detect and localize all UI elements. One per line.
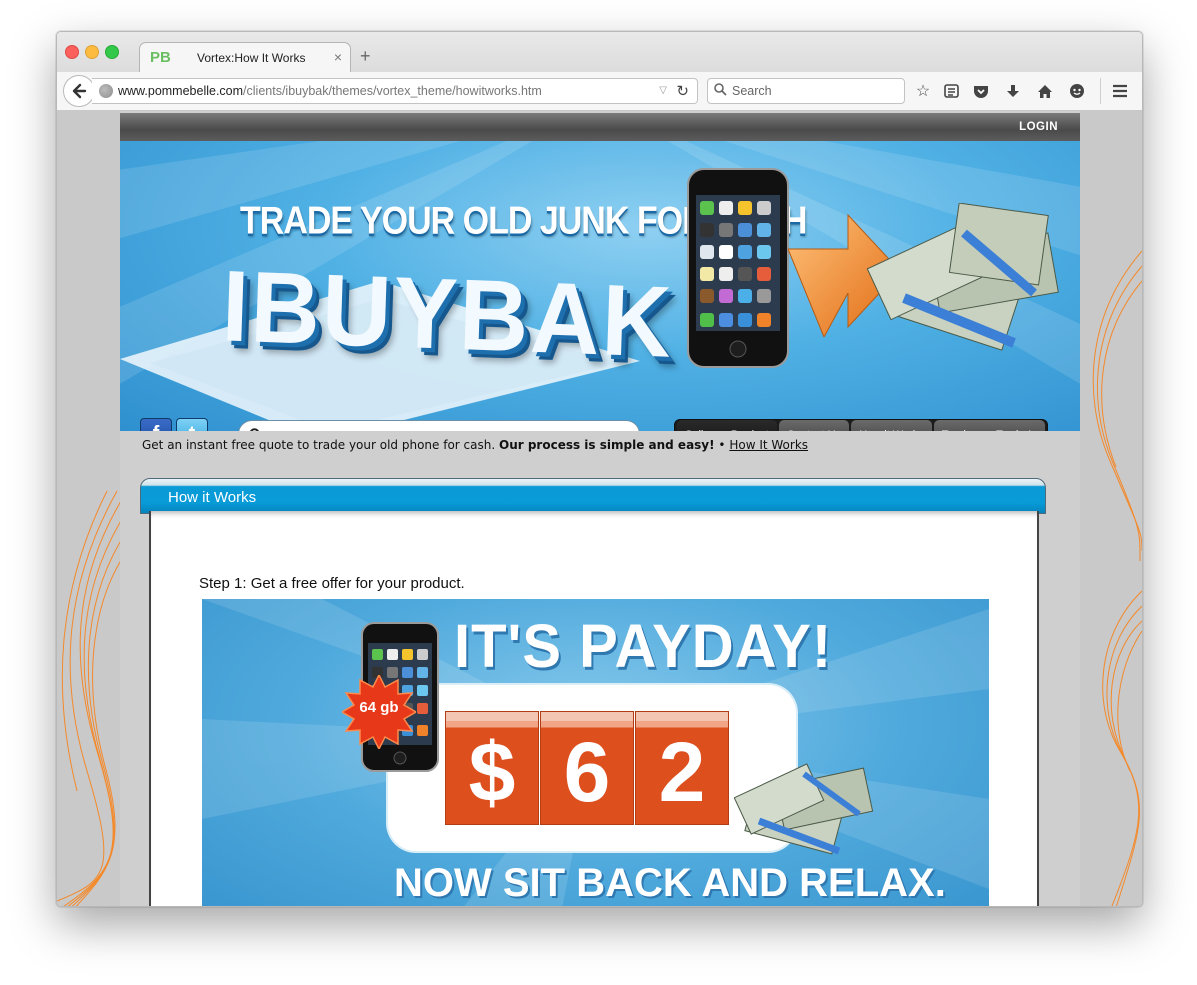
intro-text: Get an instant free quote to trade your …	[142, 438, 496, 452]
history-dropdown-icon[interactable]: ▽	[659, 85, 667, 96]
site-search-input[interactable]	[238, 420, 640, 431]
login-link[interactable]: LOGIN	[1019, 121, 1058, 133]
search-icon	[714, 83, 727, 96]
toolbar-separator	[1100, 78, 1101, 104]
download-icon[interactable]	[1003, 81, 1023, 101]
page-viewport: LOGIN TRADE YOUR OLD JUNK FOR CASH IBUYB…	[57, 111, 1142, 906]
search-placeholder: Search	[732, 84, 772, 98]
site-nav: Sell your Product Contact Us How it Work…	[674, 419, 1049, 431]
tab-strip: PB Vortex:How It Works × +	[57, 32, 1142, 73]
bookmark-star-icon[interactable]: ☆	[913, 81, 933, 101]
back-arrow-icon	[72, 83, 87, 99]
panel-title: How it Works	[168, 489, 257, 506]
back-button[interactable]	[63, 75, 95, 107]
cash-stack-illustration	[866, 203, 1059, 351]
tab-title: Vortex:How It Works	[197, 51, 306, 65]
url-text[interactable]: www.pommebelle.com/clients/ibuybak/theme…	[118, 84, 542, 98]
intro-separator: •	[714, 438, 730, 452]
payday-cash-illustration	[734, 763, 874, 855]
nav-contact-us[interactable]: Contact Us	[778, 420, 850, 431]
payday-headline: IT'S PAYDAY!	[454, 612, 833, 681]
facebook-icon[interactable]: f	[140, 418, 172, 431]
tab-close-icon[interactable]: ×	[334, 49, 342, 65]
intro-bold: Our process is simple and easy!	[499, 438, 715, 452]
how-it-works-link[interactable]: How It Works	[729, 438, 808, 452]
window-close-button[interactable]	[65, 45, 79, 59]
nav-sell-product[interactable]: Sell your Product	[677, 420, 777, 431]
navigation-bar: www.pommebelle.com/clients/ibuybak/theme…	[57, 72, 1142, 111]
url-path: /clients/ibuybak/themes/vortex_theme/how…	[243, 84, 542, 98]
pocket-icon[interactable]	[971, 81, 991, 101]
brand-logo[interactable]: IBUYBAK	[220, 249, 675, 381]
panel-header: How it Works	[140, 478, 1046, 514]
panel-body: Step 1: Get a free offer for your produc…	[149, 511, 1039, 906]
home-icon[interactable]	[1035, 81, 1055, 101]
payday-graphic: IT'S PAYDAY! $ 6 2 64 gb NOW SIT BACK AN…	[202, 599, 989, 906]
site-search-field[interactable]	[269, 425, 623, 431]
phone-illustration	[687, 168, 789, 368]
tab-favicon-icon: PB	[150, 49, 171, 66]
window-maximize-button[interactable]	[105, 45, 119, 59]
offer-digit-currency: $	[445, 711, 539, 825]
window-minimize-button[interactable]	[85, 45, 99, 59]
chat-icon[interactable]	[1067, 81, 1087, 101]
how-it-works-panel: How it Works Step 1: Get a free offer fo…	[140, 478, 1046, 906]
reload-icon[interactable]: ↻	[676, 82, 689, 100]
browser-window: PB Vortex:How It Works × + www.pommebell…	[56, 31, 1143, 907]
intro-line: Get an instant free quote to trade your …	[142, 438, 808, 452]
right-swirl-decoration	[1092, 250, 1142, 906]
new-tab-icon[interactable]: +	[360, 47, 371, 65]
payday-footer: NOW SIT BACK AND RELAX.	[394, 861, 946, 905]
site-container: LOGIN TRADE YOUR OLD JUNK FOR CASH IBUYB…	[120, 111, 1080, 906]
site-search-icon	[249, 428, 260, 431]
nav-track-trade-in[interactable]: Track your Trade-In	[933, 420, 1046, 431]
site-banner: TRADE YOUR OLD JUNK FOR CASH IBUYBAK	[120, 141, 1080, 431]
offer-digit-ones: 2	[635, 711, 729, 825]
reading-list-icon[interactable]	[941, 81, 961, 101]
step-1-heading: Step 1: Get a free offer for your produc…	[199, 575, 465, 592]
browser-search-input[interactable]: Search	[707, 78, 905, 104]
browser-tab[interactable]: PB Vortex:How It Works ×	[139, 42, 351, 73]
globe-icon	[99, 84, 113, 98]
url-domain: www.pommebelle.com	[118, 84, 244, 98]
twitter-icon[interactable]: t	[176, 418, 208, 431]
url-bar[interactable]: www.pommebelle.com/clients/ibuybak/theme…	[92, 78, 698, 104]
site-top-strip: LOGIN	[120, 113, 1080, 141]
nav-how-it-works[interactable]: How it Works	[851, 420, 932, 431]
offer-digit-tens: 6	[540, 711, 634, 825]
menu-icon[interactable]	[1110, 81, 1130, 101]
capacity-badge: 64 gb	[359, 699, 399, 716]
left-swirl-decoration	[57, 491, 127, 906]
